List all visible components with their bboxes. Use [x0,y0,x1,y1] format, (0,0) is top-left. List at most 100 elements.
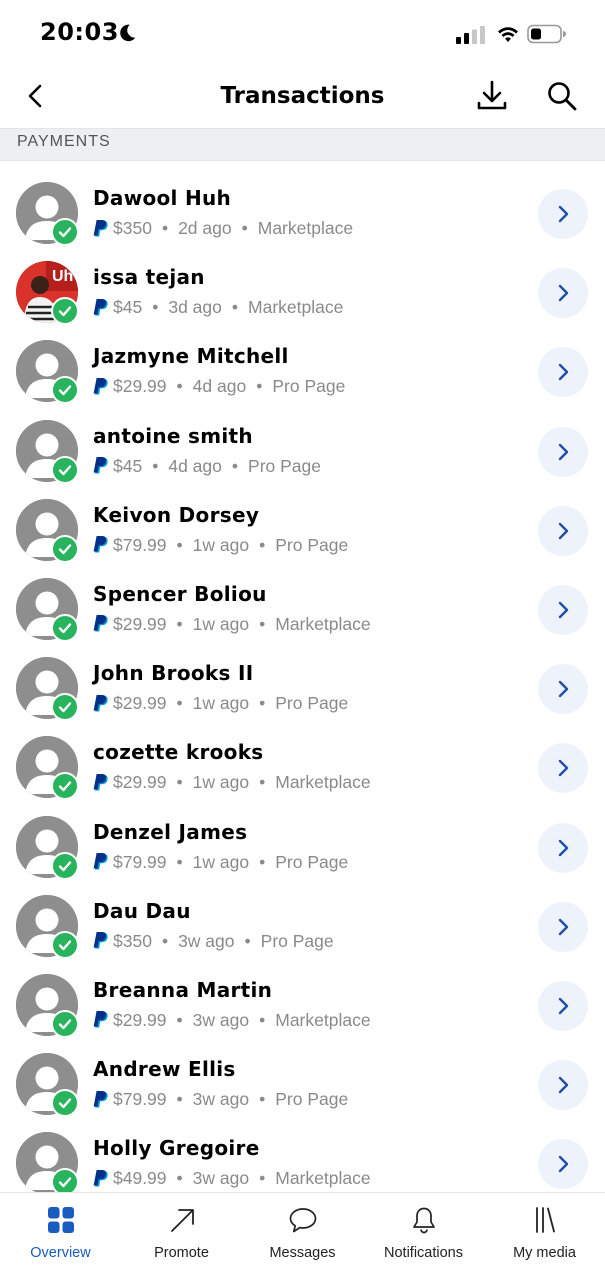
row-chevron-button[interactable] [538,743,588,794]
tab-label: Promote [154,1245,209,1261]
amount: $45 [113,455,143,476]
tab-promote[interactable]: Promote [121,1193,242,1280]
paypal-icon [93,298,108,316]
row-chevron-button[interactable] [538,189,588,239]
tab-my-media[interactable]: My media [484,1193,605,1280]
row-chevron-button[interactable] [538,584,588,635]
row-chevron-button[interactable] [538,1139,588,1190]
amount: $29.99 [113,693,167,714]
transaction-meta: $350 • 2d ago • Marketplace [93,218,353,239]
separator-dot: • [176,1168,183,1189]
chevron-right-icon [558,205,569,223]
row-chevron-button[interactable] [538,347,588,398]
transaction-meta: $29.99 • 1w ago • Marketplace [93,772,371,793]
row-chevron-button[interactable] [538,1060,588,1111]
paypal-icon [93,1011,108,1028]
transaction-meta: $29.99 • 3w ago • Marketplace [93,1010,371,1031]
payer-name: antoine smith [93,423,253,448]
time-ago: 1w ago [192,851,250,872]
payment-source: Marketplace [248,297,344,318]
tab-overview[interactable]: Overview [0,1193,121,1280]
row-chevron-button[interactable] [538,664,588,715]
verified-check-icon [51,455,79,484]
grid-icon [48,1207,74,1233]
separator-dot: • [244,930,251,951]
paypal-icon [93,219,108,236]
verified-check-icon [51,1089,79,1118]
transaction-row[interactable]: Andrew Ellis $79.99 • 3w ago • Pro Page [0,1045,605,1124]
transaction-row[interactable]: Denzel James $79.99 • 1w ago • Pro Page [0,808,605,887]
verified-check-icon [51,376,79,405]
payer-name: John Brooks II [93,661,254,686]
transaction-meta: $29.99 • 4d ago • Pro Page [93,376,345,397]
paypal-icon [93,1090,108,1108]
transaction-row[interactable]: Spencer Boliou $29.99 • 1w ago • Marketplace [0,570,605,649]
payment-source: Pro Page [272,376,346,397]
chevron-right-icon [558,997,569,1015]
amount: $29.99 [113,613,167,634]
transaction-row[interactable]: Dawool Huh $350 • 2d ago • Marketplace [0,174,605,253]
verified-check-icon [51,693,79,722]
transaction-row[interactable]: Jazmyne Mitchell $29.99 • 4d ago • Pro Page [0,332,605,411]
payment-source: Marketplace [275,1009,371,1030]
search-icon[interactable] [544,78,580,114]
separator-dot: • [259,1009,266,1030]
row-chevron-button[interactable] [538,268,588,319]
payer-name: Dawool Huh [93,186,232,210]
time-ago: 4d ago [192,376,247,397]
transaction-meta: $49.99 • 3w ago • Marketplace [93,1168,371,1189]
signal-icon [456,26,485,44]
payer-name: Breanna Martin [93,977,273,1002]
payment-source: Pro Page [275,1089,349,1110]
row-chevron-button[interactable] [538,901,588,952]
tab-messages[interactable]: Messages [242,1193,363,1280]
transactions-list: Dawool Huh $350 • 2d ago • Marketplace Uh issa … [0,174,605,1203]
verified-check-icon [51,613,79,642]
payment-source: Pro Page [275,851,349,872]
payment-source: Pro Page [275,693,349,714]
payer-name: issa tejan [93,265,205,290]
row-chevron-button[interactable] [538,980,588,1031]
tab-label: Overview [30,1245,91,1261]
separator-dot: • [259,534,266,555]
separator-dot: • [152,455,159,476]
separator-dot: • [152,297,159,318]
time-ago: 3w ago [192,1168,250,1189]
amount: $29.99 [113,376,167,397]
status-bar: 20:03 [0,0,605,64]
chevron-right-icon [558,364,569,381]
transaction-row[interactable]: John Brooks II $29.99 • 1w ago • Pro Page [0,649,605,728]
amount: $79.99 [113,1089,167,1110]
tab-label: My media [513,1245,576,1261]
payment-source: Pro Page [260,930,334,951]
transaction-row[interactable]: cozette krooks $29.99 • 1w ago • Marketplace [0,728,605,807]
row-chevron-button[interactable] [538,426,588,477]
row-chevron-button[interactable] [538,505,588,556]
amount: $350 [113,218,152,238]
time-ago: 1w ago [192,772,250,793]
transaction-row[interactable]: Uh issa tejan $45 • 3d ago • Marketplace [0,253,605,332]
verified-check-icon [51,772,79,801]
payer-name: Denzel James [93,819,248,844]
time-ago: 1w ago [192,534,250,555]
tab-notifications[interactable]: Notifications [363,1193,484,1280]
transaction-row[interactable]: Breanna Martin $29.99 • 3w ago • Marketplace [0,966,605,1045]
verified-check-icon [51,1009,79,1038]
amount: $45 [113,297,143,318]
paypal-icon [93,377,108,395]
transaction-row[interactable]: Keivon Dorsey $79.99 • 1w ago • Pro Page [0,491,605,570]
transaction-row[interactable]: Dau Dau $350 • 3w ago • Pro Page [0,887,605,966]
separator-dot: • [259,1168,266,1189]
download-icon[interactable] [474,78,510,114]
separator-dot: • [176,1089,183,1110]
transaction-meta: $79.99 • 1w ago • Pro Page [93,852,348,873]
separator-dot: • [161,930,169,951]
moon-icon [120,24,136,42]
transaction-row[interactable]: antoine smith $45 • 4d ago • Pro Page [0,412,605,491]
separator-dot: • [241,218,248,238]
transaction-meta: $350 • 3w ago • Pro Page [93,931,334,952]
transaction-meta: $79.99 • 1w ago • Pro Page [93,535,348,556]
row-chevron-button[interactable] [538,822,588,873]
payment-source: Marketplace [275,1168,371,1189]
payer-name: Spencer Boliou [93,581,267,606]
